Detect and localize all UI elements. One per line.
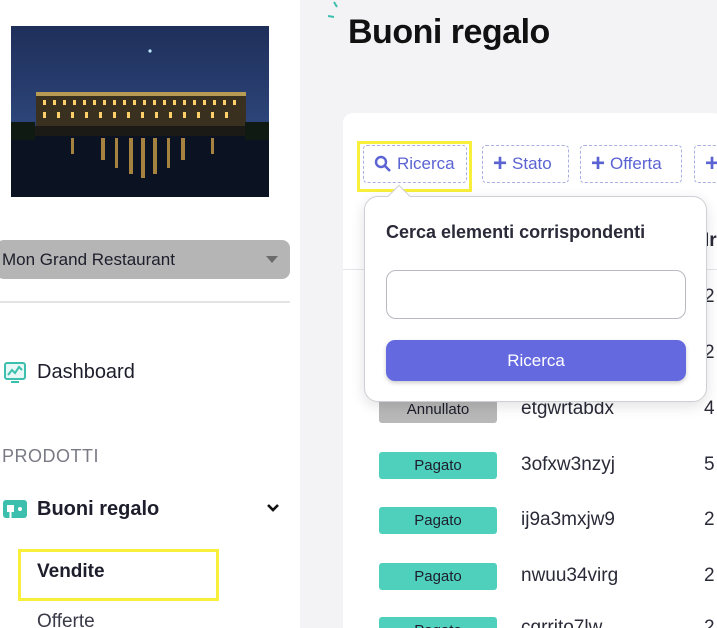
status-badge: Pagato — [379, 452, 497, 479]
sidebar-subitem-sales[interactable]: Vendite — [18, 549, 219, 601]
sidebar-subitem-label: Vendite — [37, 561, 105, 582]
gift-card-icon — [3, 500, 27, 518]
restaurant-photo — [11, 26, 269, 197]
gift-code: cgrrito7lw — [521, 617, 603, 628]
status-badge: Pagato — [379, 563, 497, 590]
table-row[interactable]: Pagato nwuu34virg 2 — [343, 559, 717, 615]
restaurant-selector[interactable]: Mon Grand Restaurant — [0, 240, 290, 279]
caret-down-icon — [266, 256, 278, 263]
plus-icon: + — [705, 150, 717, 177]
sidebar-divider — [0, 301, 290, 303]
gift-code: 3ofxw3nzyj — [521, 454, 615, 475]
sidebar: Mon Grand Restaurant Dashboard PRODOTTI … — [0, 0, 300, 628]
sidebar-item-label: Buoni regalo — [37, 497, 160, 520]
table-row[interactable]: Pagato ij9a3mxjw9 2 — [343, 503, 717, 559]
table-row[interactable]: Pagato cgrrito7lw 2 — [343, 613, 717, 628]
chart-monitor-icon — [4, 362, 26, 383]
row-value: 2 — [704, 617, 715, 628]
search-popover: Cerca elementi corrispondenti Ricerca — [364, 184, 707, 402]
sidebar-subitem-offers[interactable]: Offerte — [37, 611, 95, 628]
page-title: Buoni regalo — [348, 13, 550, 51]
search-filter-button[interactable]: Ricerca — [363, 145, 467, 183]
row-value: 4 — [704, 398, 715, 419]
search-submit-button[interactable]: Ricerca — [386, 340, 686, 381]
more-filter-button[interactable]: + — [694, 145, 717, 183]
status-filter-button[interactable]: + Stato — [482, 145, 569, 183]
offer-filter-button[interactable]: + Offerta — [580, 145, 682, 183]
row-value: 5 — [704, 454, 715, 475]
row-value: 2 — [704, 509, 715, 530]
search-icon — [374, 155, 391, 172]
restaurant-selector-label: Mon Grand Restaurant — [2, 249, 175, 269]
sidebar-item-label: Dashboard — [37, 360, 135, 383]
status-badge: Pagato — [379, 507, 497, 534]
offer-filter-label: Offerta — [610, 154, 662, 173]
popover-title: Cerca elementi corrispondenti — [386, 222, 646, 242]
status-badge: Pagato — [379, 617, 497, 628]
sidebar-item-gift-cards[interactable]: Buoni regalo — [2, 495, 279, 523]
section-label-products: PRODOTTI — [2, 446, 99, 466]
sidebar-item-dashboard[interactable]: Dashboard — [3, 358, 135, 386]
status-filter-label: Stato — [512, 154, 552, 173]
row-value: 2 — [704, 565, 715, 586]
gift-code: nwuu34virg — [521, 565, 619, 586]
gift-code: ij9a3mxjw9 — [521, 509, 615, 530]
search-filter-label: Ricerca — [397, 154, 455, 173]
search-input[interactable] — [386, 270, 686, 319]
chevron-down-icon[interactable] — [266, 501, 280, 515]
sparkle-icon — [327, 1, 338, 18]
plus-icon: + — [591, 150, 606, 177]
plus-icon: + — [493, 150, 508, 177]
table-row[interactable]: Pagato 3ofxw3nzyj 5 — [343, 448, 717, 504]
